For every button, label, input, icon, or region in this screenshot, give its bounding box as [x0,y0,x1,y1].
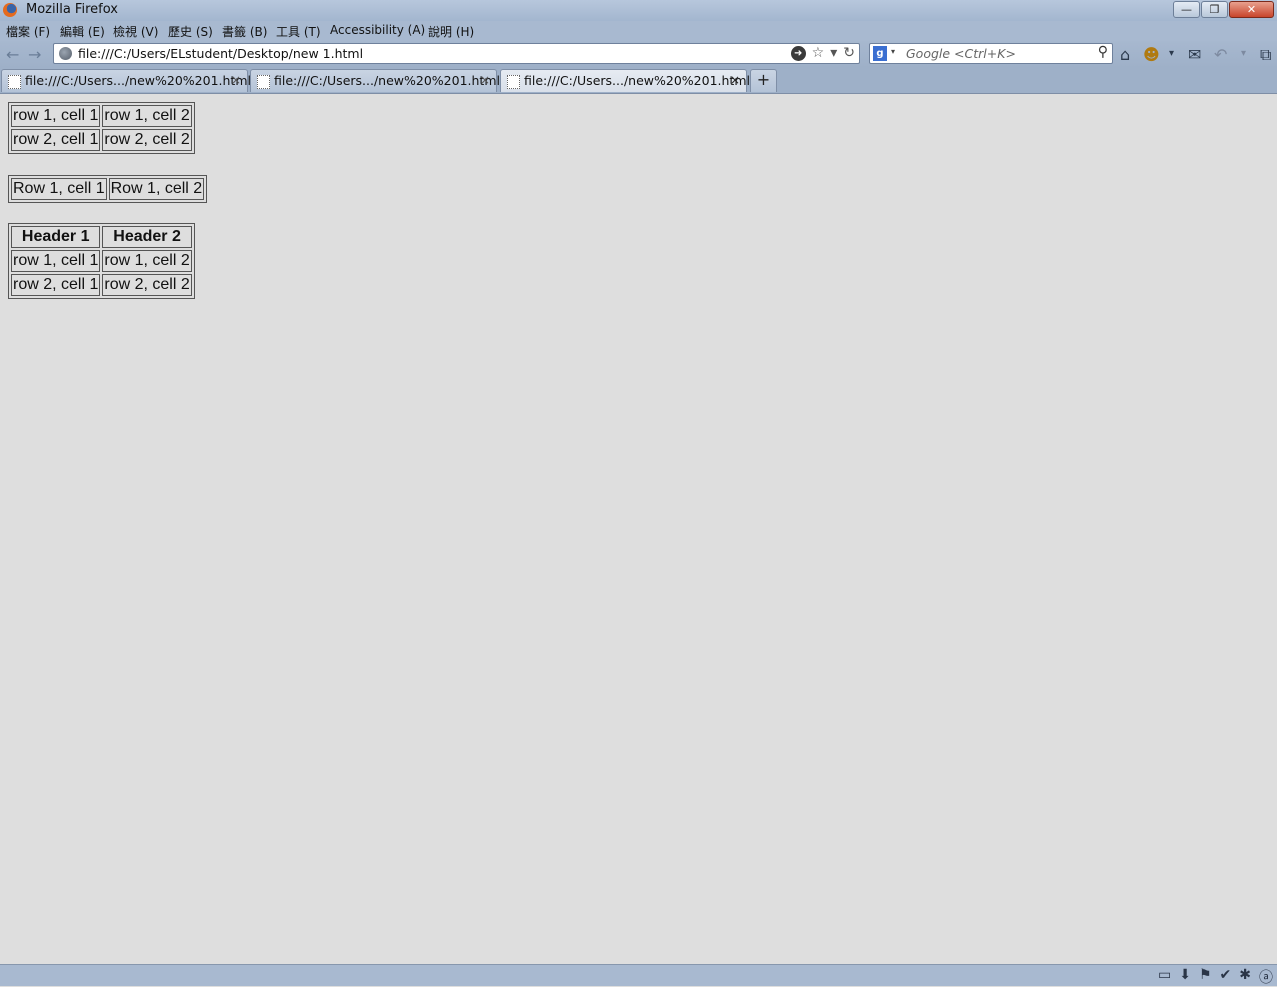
window-title: Mozilla Firefox [26,2,118,17]
menu-edit[interactable]: 編輯 (E) [60,23,105,40]
search-bar[interactable]: g ▾ Google <Ctrl+K> ⚲ [869,43,1113,64]
menu-bar: 檔案 (F) 編輯 (E) 檢視 (V) 歷史 (S) 書籤 (B) 工具 (T… [0,21,1277,41]
search-input[interactable]: Google <Ctrl+K> [906,46,1016,61]
google-search-engine-icon[interactable]: g [873,46,887,61]
accessibility-addon-icon[interactable]: ⓐ [1259,967,1273,987]
table-basic: row 1, cell 1 row 1, cell 2 row 2, cell … [8,102,195,154]
back-button[interactable]: ← [6,45,19,64]
table-row: row 1, cell 1 row 1, cell 2 [11,250,192,272]
table-cell: row 2, cell 2 [102,129,192,151]
tab-label: file:///C:/Users.../new%20%201.html [524,73,750,88]
home-icon[interactable]: ⌂ [1120,45,1130,64]
tab-label: file:///C:/Users.../new%20%201.html [25,73,251,88]
firefox-logo-icon [3,3,17,17]
table-cell: row 2, cell 1 [11,274,101,296]
go-arrow-icon[interactable]: ➜ [790,46,806,61]
tab-close-icon[interactable]: × [730,73,740,87]
table-header-row: Header 1 Header 2 [11,226,192,248]
site-identity-globe-icon[interactable] [59,47,72,60]
menu-bookmarks[interactable]: 書籤 (B) [222,23,267,40]
search-engine-caret-icon[interactable]: ▾ [891,47,895,56]
tab-label: file:///C:/Users.../new%20%201.html [274,73,500,88]
table-cell: row 1, cell 1 [11,105,101,127]
table-cell: row 2, cell 1 [11,129,101,151]
status-bar: ▭ ⬇ ⚑ ✔ ✱ ⓐ [0,964,1277,986]
tab-close-icon[interactable]: × [480,73,490,87]
table-row: row 2, cell 1 row 2, cell 2 [11,129,192,151]
table-cell: Row 1, cell 2 [108,178,205,200]
table-header-cell: Header 1 [11,226,101,248]
restore-button[interactable]: ❐ [1201,1,1228,18]
url-history-dropdown-icon[interactable]: ▾ [830,45,837,61]
url-bar[interactable]: file:///C:/Users/ELstudent/Desktop/new 1… [53,43,860,64]
tab-2[interactable]: file:///C:/Users.../new%20%201.html × [250,69,500,92]
menu-accessibility[interactable]: Accessibility (A) [330,23,425,37]
table-row: row 2, cell 1 row 2, cell 2 [11,274,192,296]
greasemonkey-icon[interactable]: ☻ [1143,45,1160,64]
menu-help[interactable]: 說明 (H) [428,23,474,40]
table-single-row: Row 1, cell 1 Row 1, cell 2 [8,175,208,203]
menu-file[interactable]: 檔案 (F) [6,23,50,40]
table-with-headers: Header 1 Header 2 row 1, cell 1 row 1, c… [8,223,195,299]
addon-gear-icon[interactable]: ✱ [1239,967,1251,987]
bookmark-star-icon[interactable]: ☆ [812,45,825,61]
menu-history[interactable]: 歷史 (S) [168,23,213,40]
url-text[interactable]: file:///C:/Users/ELstudent/Desktop/new 1… [78,46,363,61]
validator-check-icon[interactable]: ✔ [1220,967,1232,987]
navigation-toolbar: ← → file:///C:/Users/ELstudent/Desktop/n… [0,41,1277,68]
reload-icon[interactable]: ↻ [843,45,855,61]
title-bar: Mozilla Firefox — ❐ ✕ [0,0,1277,21]
undo-close-tab-icon[interactable]: ↶ [1214,45,1227,64]
page-favicon-icon [507,75,520,89]
page-favicon-icon [8,75,21,89]
table-cell: row 2, cell 2 [102,274,192,296]
table-cell: Row 1, cell 1 [11,178,107,200]
table-cell: row 1, cell 2 [102,250,192,272]
mail-icon[interactable]: ✉ [1188,45,1201,64]
page-favicon-icon [257,75,270,89]
undo-dropdown-icon[interactable]: ▾ [1241,48,1246,59]
search-icon[interactable]: ⚲ [1098,44,1108,60]
table-cell: row 1, cell 2 [102,105,192,127]
minimize-button[interactable]: — [1173,1,1200,18]
tab-1[interactable]: file:///C:/Users.../new%20%201.html × [1,69,251,92]
url-bar-icons: ➜ ☆ ▾ ↻ [790,45,855,61]
table-header-cell: Header 2 [102,226,192,248]
crop-screenshot-icon[interactable]: ⧉ [1260,45,1271,65]
menu-view[interactable]: 檢視 (V) [113,23,158,40]
table-row: row 1, cell 1 row 1, cell 2 [11,105,192,127]
table-cell: row 1, cell 1 [11,250,101,272]
tab-close-icon[interactable]: × [231,73,241,87]
new-tab-button[interactable]: + [750,69,777,92]
tab-3-active[interactable]: file:///C:/Users.../new%20%201.html × [500,69,750,92]
addon-dropdown-icon[interactable]: ▾ [1169,48,1174,59]
window-controls: — ❐ ✕ [1172,1,1274,18]
flag-icon[interactable]: ⚑ [1199,967,1212,987]
close-window-button[interactable]: ✕ [1229,1,1274,18]
forward-button[interactable]: → [28,45,41,64]
tab-bar: file:///C:/Users.../new%20%201.html × fi… [0,68,1277,94]
status-bar-icons: ▭ ⬇ ⚑ ✔ ✱ ⓐ [1158,967,1273,987]
tab-groups-icon[interactable]: ▭ [1158,967,1171,987]
menu-tools[interactable]: 工具 (T) [276,23,321,40]
downloads-icon[interactable]: ⬇ [1179,967,1191,987]
page-content: row 1, cell 1 row 1, cell 2 row 2, cell … [0,94,1277,964]
table-row: Row 1, cell 1 Row 1, cell 2 [11,178,205,200]
